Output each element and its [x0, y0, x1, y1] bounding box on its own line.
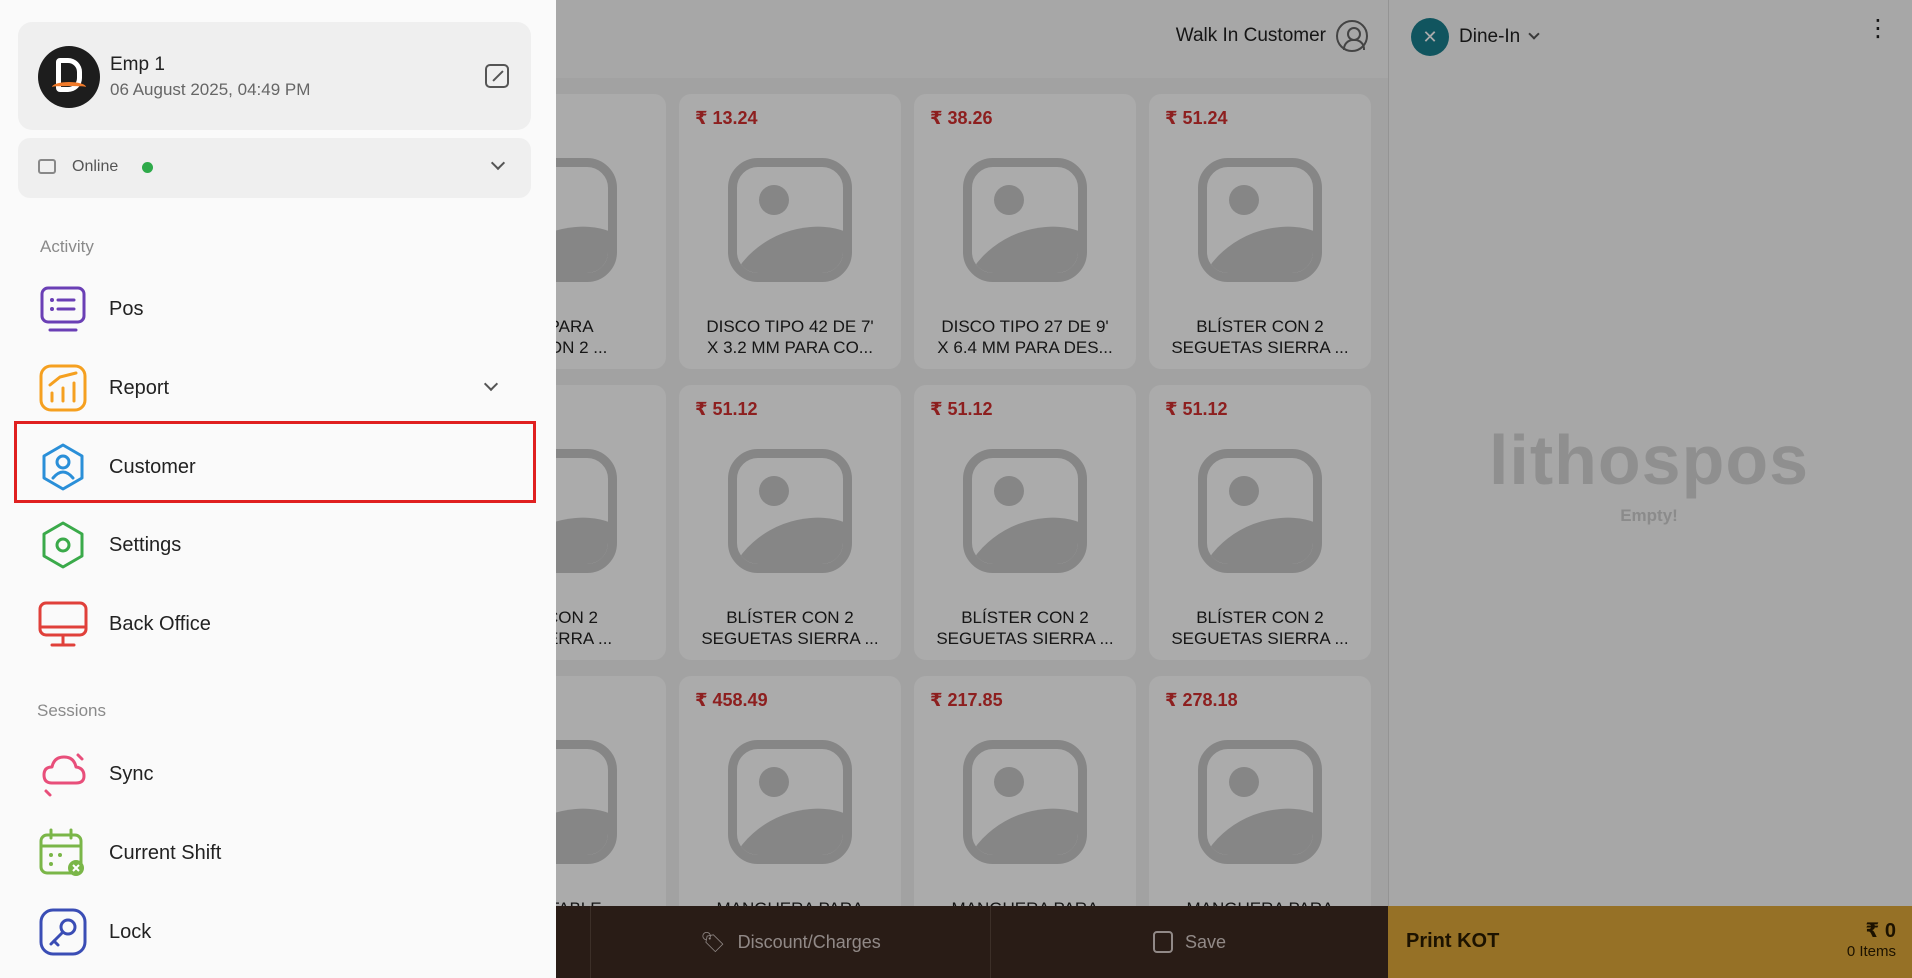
- chevron-down-icon: [490, 155, 506, 171]
- menu-item-pos[interactable]: Pos: [20, 274, 530, 344]
- menu-label-back-office: Back Office: [109, 612, 211, 635]
- menu-item-back-office[interactable]: Back Office: [20, 589, 530, 659]
- connection-status-selector[interactable]: Online: [18, 138, 531, 198]
- menu-label-pos: Pos: [109, 297, 144, 320]
- chart-up-icon: [39, 364, 87, 412]
- menu-label-sync: Sync: [109, 762, 154, 785]
- menu-item-report[interactable]: Report: [20, 353, 530, 423]
- menu-label-current-shift: Current Shift: [109, 841, 222, 864]
- customer-highlight-box: [14, 421, 536, 503]
- profile-card: Emp 1 06 August 2025, 04:49 PM: [18, 22, 531, 130]
- menu-label-report: Report: [109, 376, 170, 399]
- menu-item-lock[interactable]: Lock: [20, 897, 530, 967]
- menu-item-settings[interactable]: Settings: [20, 510, 530, 580]
- calendar-clock-icon: [39, 828, 84, 876]
- menu-label-lock: Lock: [109, 920, 152, 943]
- key-icon: [39, 908, 87, 956]
- pos-terminal-icon: [40, 286, 86, 332]
- avatar: [38, 46, 100, 108]
- section-title-activity: Activity: [40, 237, 94, 256]
- menu-label-settings: Settings: [109, 533, 182, 556]
- navigation-drawer: Emp 1 06 August 2025, 04:49 PM Online Ac…: [0, 0, 556, 978]
- connection-status-label: Online: [72, 158, 119, 175]
- online-indicator-icon: [142, 162, 153, 173]
- terminal-icon: [38, 159, 56, 174]
- current-datetime: 06 August 2025, 04:49 PM: [110, 80, 311, 99]
- menu-item-sync[interactable]: Sync: [20, 739, 530, 809]
- cloud-sync-icon: [42, 753, 86, 797]
- brand-wave-icon: [52, 82, 86, 92]
- monitor-icon: [38, 601, 88, 647]
- chevron-down-icon[interactable]: [483, 376, 499, 392]
- settings-hexagon-icon: [42, 521, 84, 569]
- menu-item-current-shift[interactable]: Current Shift: [20, 818, 530, 888]
- employee-name: Emp 1: [110, 54, 165, 75]
- external-link-icon[interactable]: [485, 64, 509, 88]
- section-title-sessions: Sessions: [37, 701, 106, 720]
